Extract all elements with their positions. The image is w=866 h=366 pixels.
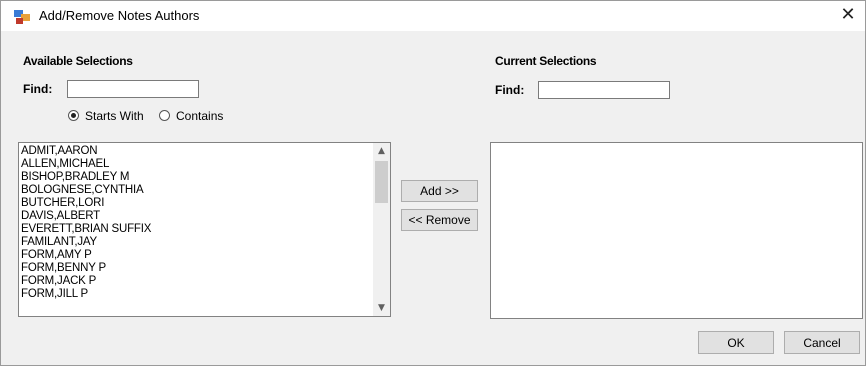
list-item[interactable]: FAMILANT,JAY <box>21 236 372 249</box>
radio-starts-with[interactable]: Starts With <box>68 109 144 123</box>
radio-contains[interactable]: Contains <box>159 109 223 123</box>
scroll-down-arrow-icon[interactable]: ▼ <box>373 300 390 316</box>
current-find-input[interactable] <box>538 81 670 99</box>
list-item[interactable]: BUTCHER,LORI <box>21 197 372 210</box>
current-find-label: Find: <box>495 83 525 97</box>
list-item[interactable]: ALLEN,MICHAEL <box>21 158 372 171</box>
available-selections-heading: Available Selections <box>23 54 133 68</box>
list-item[interactable]: ADMIT,AARON <box>21 145 372 158</box>
available-selections-list[interactable]: ADMIT,AARON ALLEN,MICHAEL BISHOP,BRADLEY M… <box>18 142 391 317</box>
list-item[interactable]: FORM,BENNY P <box>21 262 372 275</box>
list-item[interactable]: FORM,JACK P <box>21 275 372 288</box>
radio-contains-dot <box>159 110 170 121</box>
window-title: Add/Remove Notes Authors <box>39 8 200 23</box>
list-item[interactable]: BOLOGNESE,CYNTHIA <box>21 184 372 197</box>
radio-contains-label: Contains <box>176 109 224 123</box>
list-item[interactable]: EVERETT,BRIAN SUFFIX <box>21 223 372 236</box>
radio-starts-with-dot <box>68 110 79 121</box>
scroll-thumb[interactable] <box>375 161 388 203</box>
cancel-button[interactable]: Cancel <box>784 331 860 354</box>
dialog-window: Add/Remove Notes Authors ✕ Available Sel… <box>0 0 866 366</box>
add-button[interactable]: Add >> <box>401 180 478 202</box>
list-item[interactable]: FORM,AMY P <box>21 249 372 262</box>
available-find-label: Find: <box>23 82 53 96</box>
dialog-app-icon <box>14 10 30 24</box>
scroll-up-arrow-icon[interactable]: ▲ <box>373 143 390 159</box>
list-item[interactable]: DAVIS,ALBERT <box>21 210 372 223</box>
current-selections-list[interactable] <box>490 142 863 319</box>
list-item[interactable]: FORM,JILL P <box>21 288 372 301</box>
ok-button[interactable]: OK <box>698 331 774 354</box>
title-bar: Add/Remove Notes Authors ✕ <box>1 1 865 31</box>
radio-starts-with-label: Starts With <box>85 109 144 123</box>
current-selections-heading: Current Selections <box>495 54 597 68</box>
list-item[interactable]: BISHOP,BRADLEY M <box>21 171 372 184</box>
available-list-scrollbar[interactable]: ▲ ▼ <box>373 143 390 316</box>
close-icon[interactable]: ✕ <box>837 4 859 26</box>
available-find-input[interactable] <box>67 80 199 98</box>
available-items-container: ADMIT,AARON ALLEN,MICHAEL BISHOP,BRADLEY M… <box>21 145 372 301</box>
remove-button[interactable]: << Remove <box>401 209 478 231</box>
